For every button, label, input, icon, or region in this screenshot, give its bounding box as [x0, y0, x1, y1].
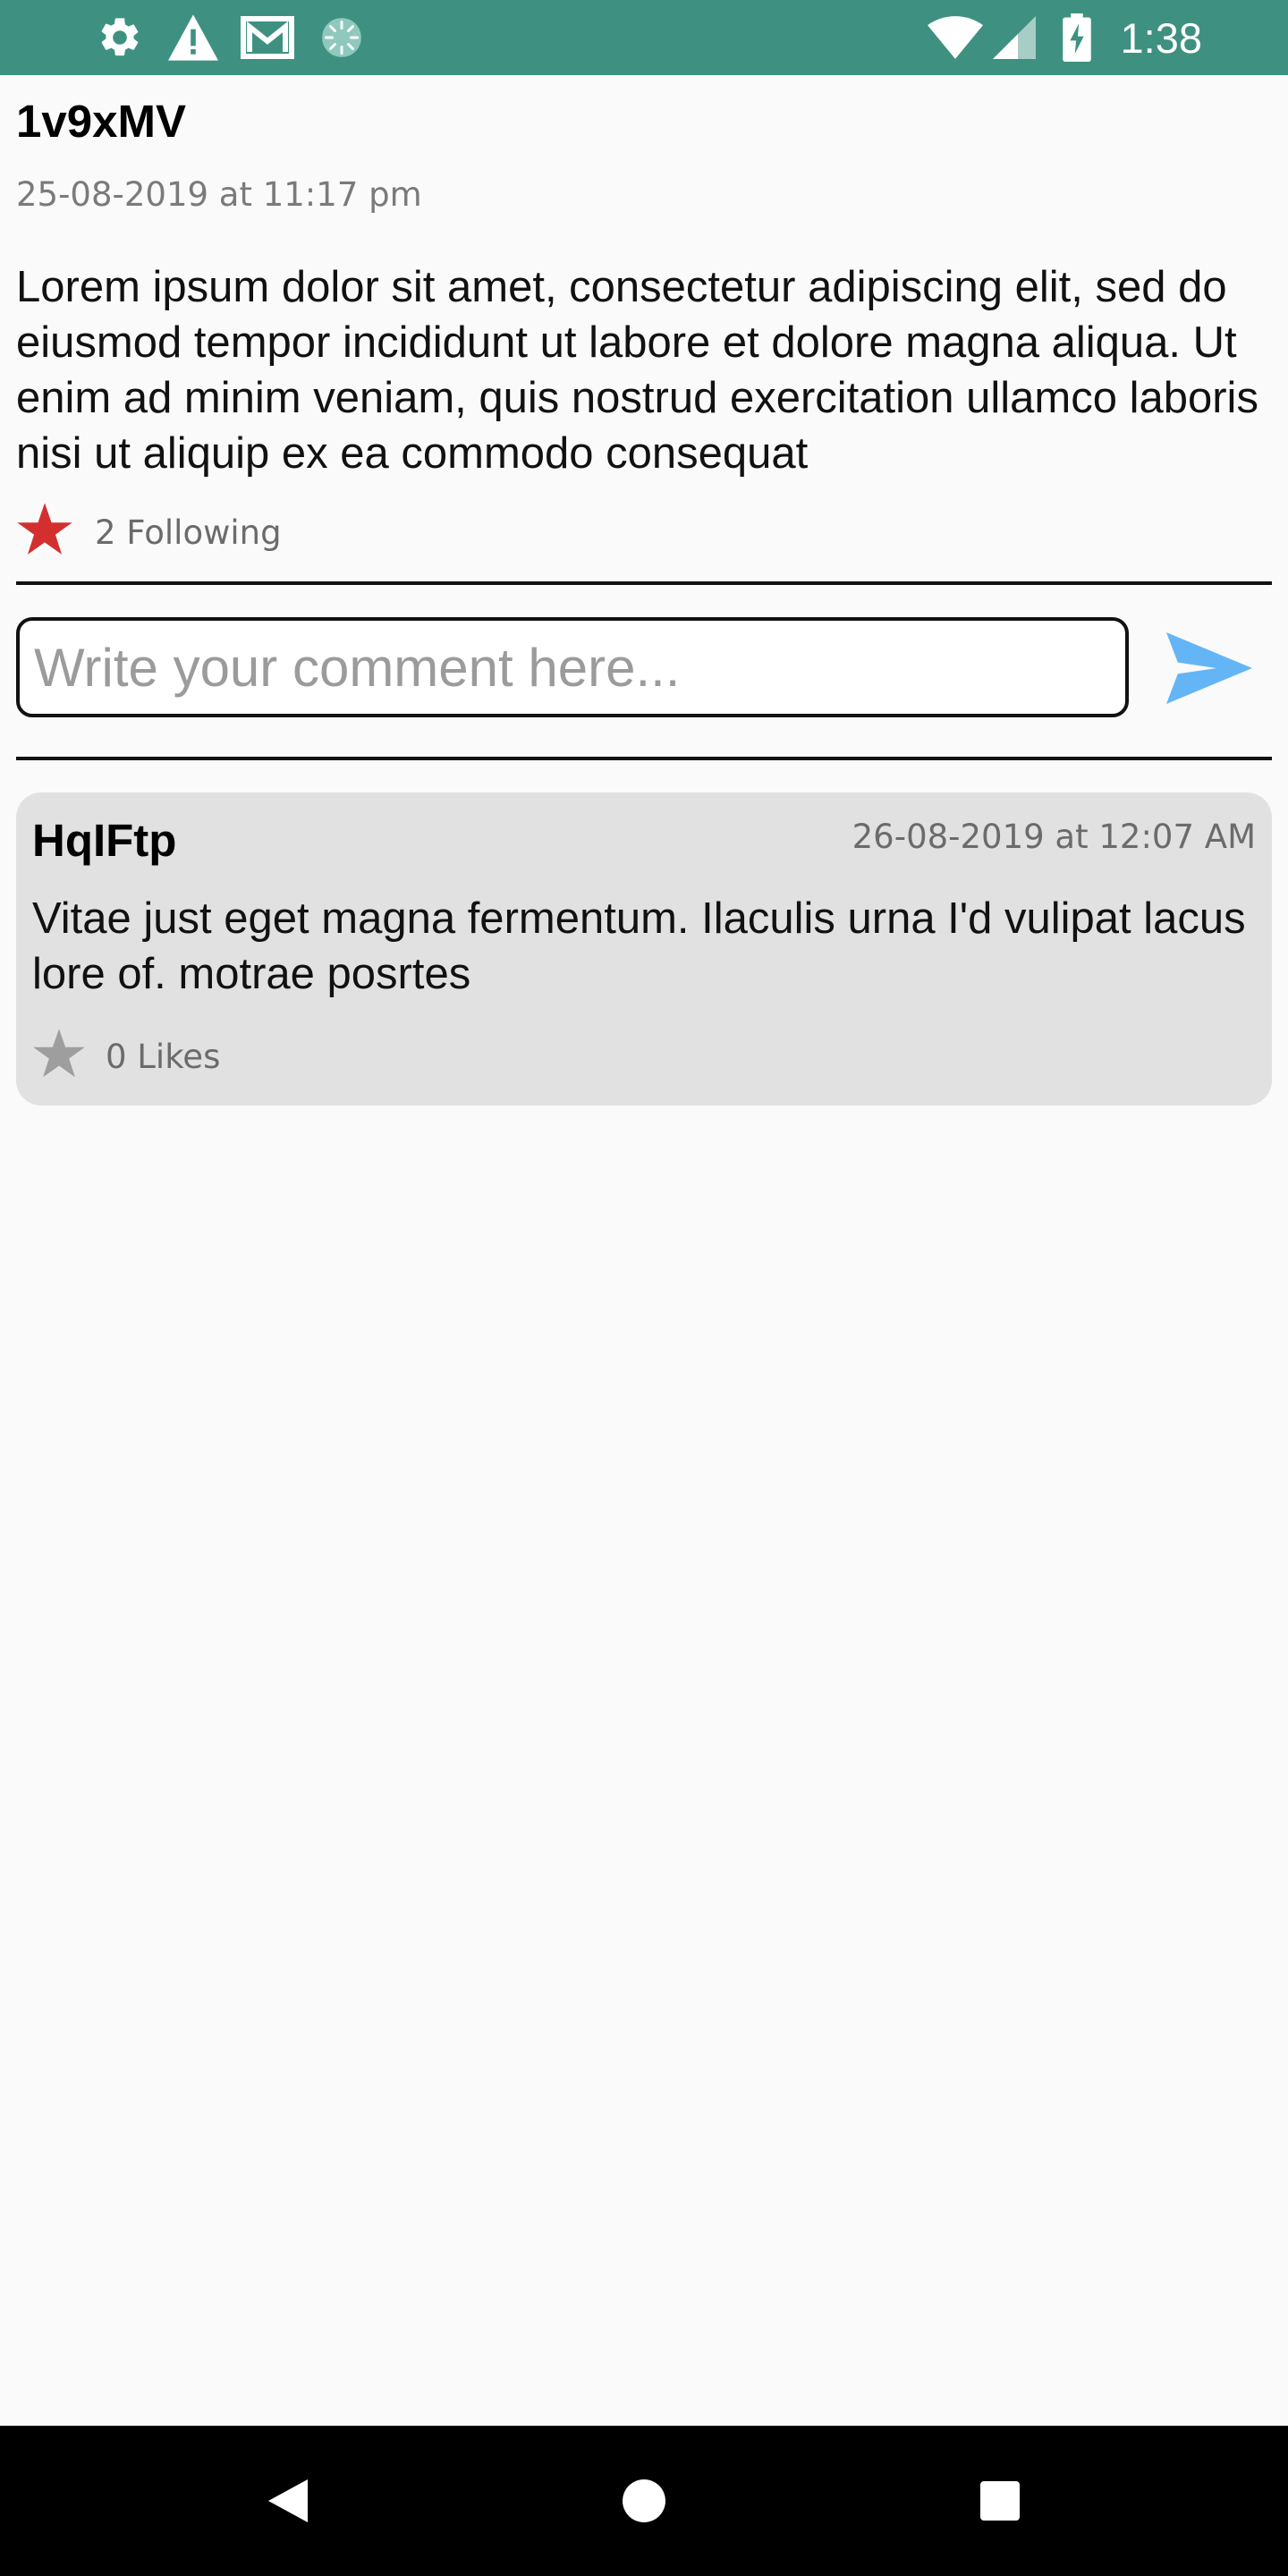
- comment-text: Vitae just eget magna fermentum. Ilaculi…: [32, 894, 1246, 998]
- post-body: Lorem ipsum dolor sit amet, consectetur …: [16, 263, 1258, 478]
- back-icon: [268, 2479, 308, 2522]
- comment-card: HqIFtp 26-08-2019 at 12:07 AM Vitae just…: [16, 792, 1272, 1106]
- divider: [16, 757, 1272, 760]
- following-count: 2 Following: [95, 513, 282, 552]
- recents-button[interactable]: [928, 2426, 1072, 2576]
- send-button[interactable]: [1163, 626, 1256, 710]
- gmail-icon: [240, 0, 295, 75]
- post-timestamp: 25-08-2019 at 11:17 pm: [16, 175, 422, 214]
- home-button[interactable]: [572, 2426, 716, 2576]
- wifi-icon: [927, 0, 984, 75]
- star-icon[interactable]: [16, 503, 73, 562]
- comment-author: HqIFtp: [32, 815, 177, 866]
- post-author: 1v9xMV: [16, 96, 186, 147]
- follow-toggle[interactable]: 2 Following: [16, 501, 282, 564]
- recents-icon: [980, 2481, 1020, 2521]
- back-button[interactable]: [216, 2426, 360, 2576]
- send-icon: [1166, 632, 1252, 704]
- signal-icon: [991, 0, 1038, 75]
- like-toggle[interactable]: 0 Likes: [32, 1025, 220, 1088]
- status-bar: 1:38: [0, 0, 1288, 75]
- screen: 1:38 1v9xMV 25-08-2019 at 11:17 pm Lorem…: [0, 0, 1288, 2576]
- sync-icon: [318, 0, 365, 75]
- status-time: 1:38: [1120, 13, 1202, 62]
- comment-input[interactable]: [16, 617, 1129, 717]
- warning-icon: [166, 0, 220, 75]
- navigation-bar: [0, 2426, 1288, 2576]
- divider: [16, 581, 1272, 585]
- battery-icon: [1061, 0, 1093, 75]
- gear-icon: [95, 0, 145, 75]
- star-icon[interactable]: [32, 1029, 86, 1084]
- likes-count: 0 Likes: [106, 1037, 221, 1076]
- comment-timestamp: 26-08-2019 at 12:07 AM: [852, 818, 1256, 856]
- home-icon: [623, 2479, 665, 2522]
